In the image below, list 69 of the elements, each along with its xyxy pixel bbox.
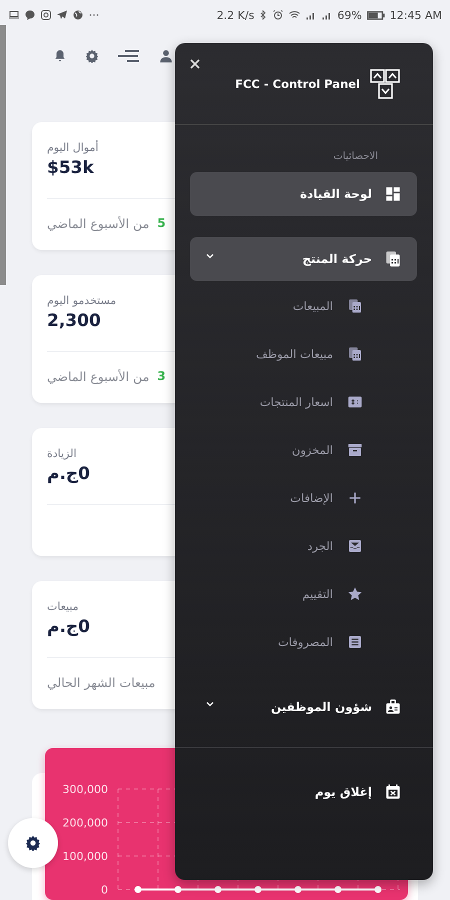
submenu-item[interactable]: التقييم: [175, 570, 433, 618]
chat-icon: [24, 9, 36, 21]
close-icon[interactable]: [189, 58, 201, 70]
axis-tick-label: 300,000: [62, 783, 108, 796]
submenu-item[interactable]: المصروفات: [175, 618, 433, 666]
paper-plane-icon: [56, 9, 68, 21]
logo-icon: [370, 68, 400, 100]
network-speed: 2.2 K/s: [216, 8, 254, 22]
archive-icon: [347, 442, 363, 458]
id-badge-icon: [384, 698, 402, 716]
axis-tick-label: 100,000: [62, 850, 108, 863]
section-label: الاحصائيات: [332, 150, 379, 162]
submenu-item[interactable]: المبيعات: [175, 282, 433, 330]
card-label: مستخدمو اليوم: [47, 294, 116, 307]
menu-icon[interactable]: [117, 48, 141, 64]
dashboard-icon: [384, 185, 402, 203]
submenu-item[interactable]: اسعار المنتجات: [175, 378, 433, 426]
settings-button[interactable]: [8, 818, 58, 868]
data-point: [214, 886, 222, 893]
scroll-bar[interactable]: [0, 25, 6, 285]
submenu-item[interactable]: مبيعات الموظف: [175, 330, 433, 378]
data-point: [134, 886, 142, 893]
camera-icon: [40, 9, 52, 21]
menu-group[interactable]: حركة المنتج: [190, 237, 417, 281]
battery-icon: [366, 10, 386, 20]
calculator-icon: [347, 346, 363, 362]
data-point: [294, 886, 302, 893]
tray-icon: [347, 538, 363, 554]
card-value: 2,300: [47, 311, 101, 331]
card-value: 0ج.م: [47, 617, 90, 637]
list-icon: [347, 634, 363, 650]
notification-icon[interactable]: [53, 49, 67, 63]
submenu-item[interactable]: المخزون: [175, 426, 433, 474]
card-label: أموال اليوم: [47, 141, 98, 154]
menu-group[interactable]: شؤون الموظفين: [190, 685, 417, 729]
card-footer-text: من الأسبوع الماضي: [47, 368, 150, 384]
menu-item[interactable]: لوحة القيادة: [190, 172, 417, 216]
change-value: 5: [157, 216, 166, 230]
data-point: [334, 886, 342, 893]
star-icon: [347, 586, 363, 602]
data-point: [174, 886, 182, 893]
axis-tick-label: 200,000: [62, 816, 108, 830]
plus-icon: [347, 490, 363, 506]
data-point: [374, 886, 382, 893]
settings-icon[interactable]: [85, 49, 99, 63]
card-label: الزيادة: [47, 447, 77, 460]
laptop-icon: [8, 9, 20, 21]
calendar-icon: [384, 783, 402, 801]
battery-percent: 69%: [337, 8, 362, 22]
card-value: 0ج.م: [47, 464, 90, 484]
user-icon[interactable]: [159, 49, 173, 63]
card-footer-text: من الأسبوع الماضي: [47, 216, 150, 230]
clock: 12:45 AM: [390, 8, 442, 22]
globe-icon: [72, 9, 84, 21]
app-title: FCC - Control Panel: [235, 77, 360, 91]
data-point: [254, 886, 262, 893]
axis-tick-label: 0: [101, 884, 108, 896]
submenu-item[interactable]: الإضافات: [175, 474, 433, 522]
card-value: $53k: [47, 158, 94, 178]
documents-icon: [384, 250, 402, 268]
bluetooth-icon: [258, 9, 268, 21]
alarm-icon: [272, 9, 284, 21]
menu-item[interactable]: إغلاق يوم: [190, 770, 417, 814]
settings-icon: [25, 835, 41, 851]
submenu-item[interactable]: الجرد: [175, 522, 433, 570]
calculator-icon: [347, 298, 363, 314]
change-value: 3: [157, 369, 166, 383]
card-label: مبيعات: [47, 600, 79, 613]
card-footer-text: مبيعات الشهر الحالي: [47, 674, 156, 690]
